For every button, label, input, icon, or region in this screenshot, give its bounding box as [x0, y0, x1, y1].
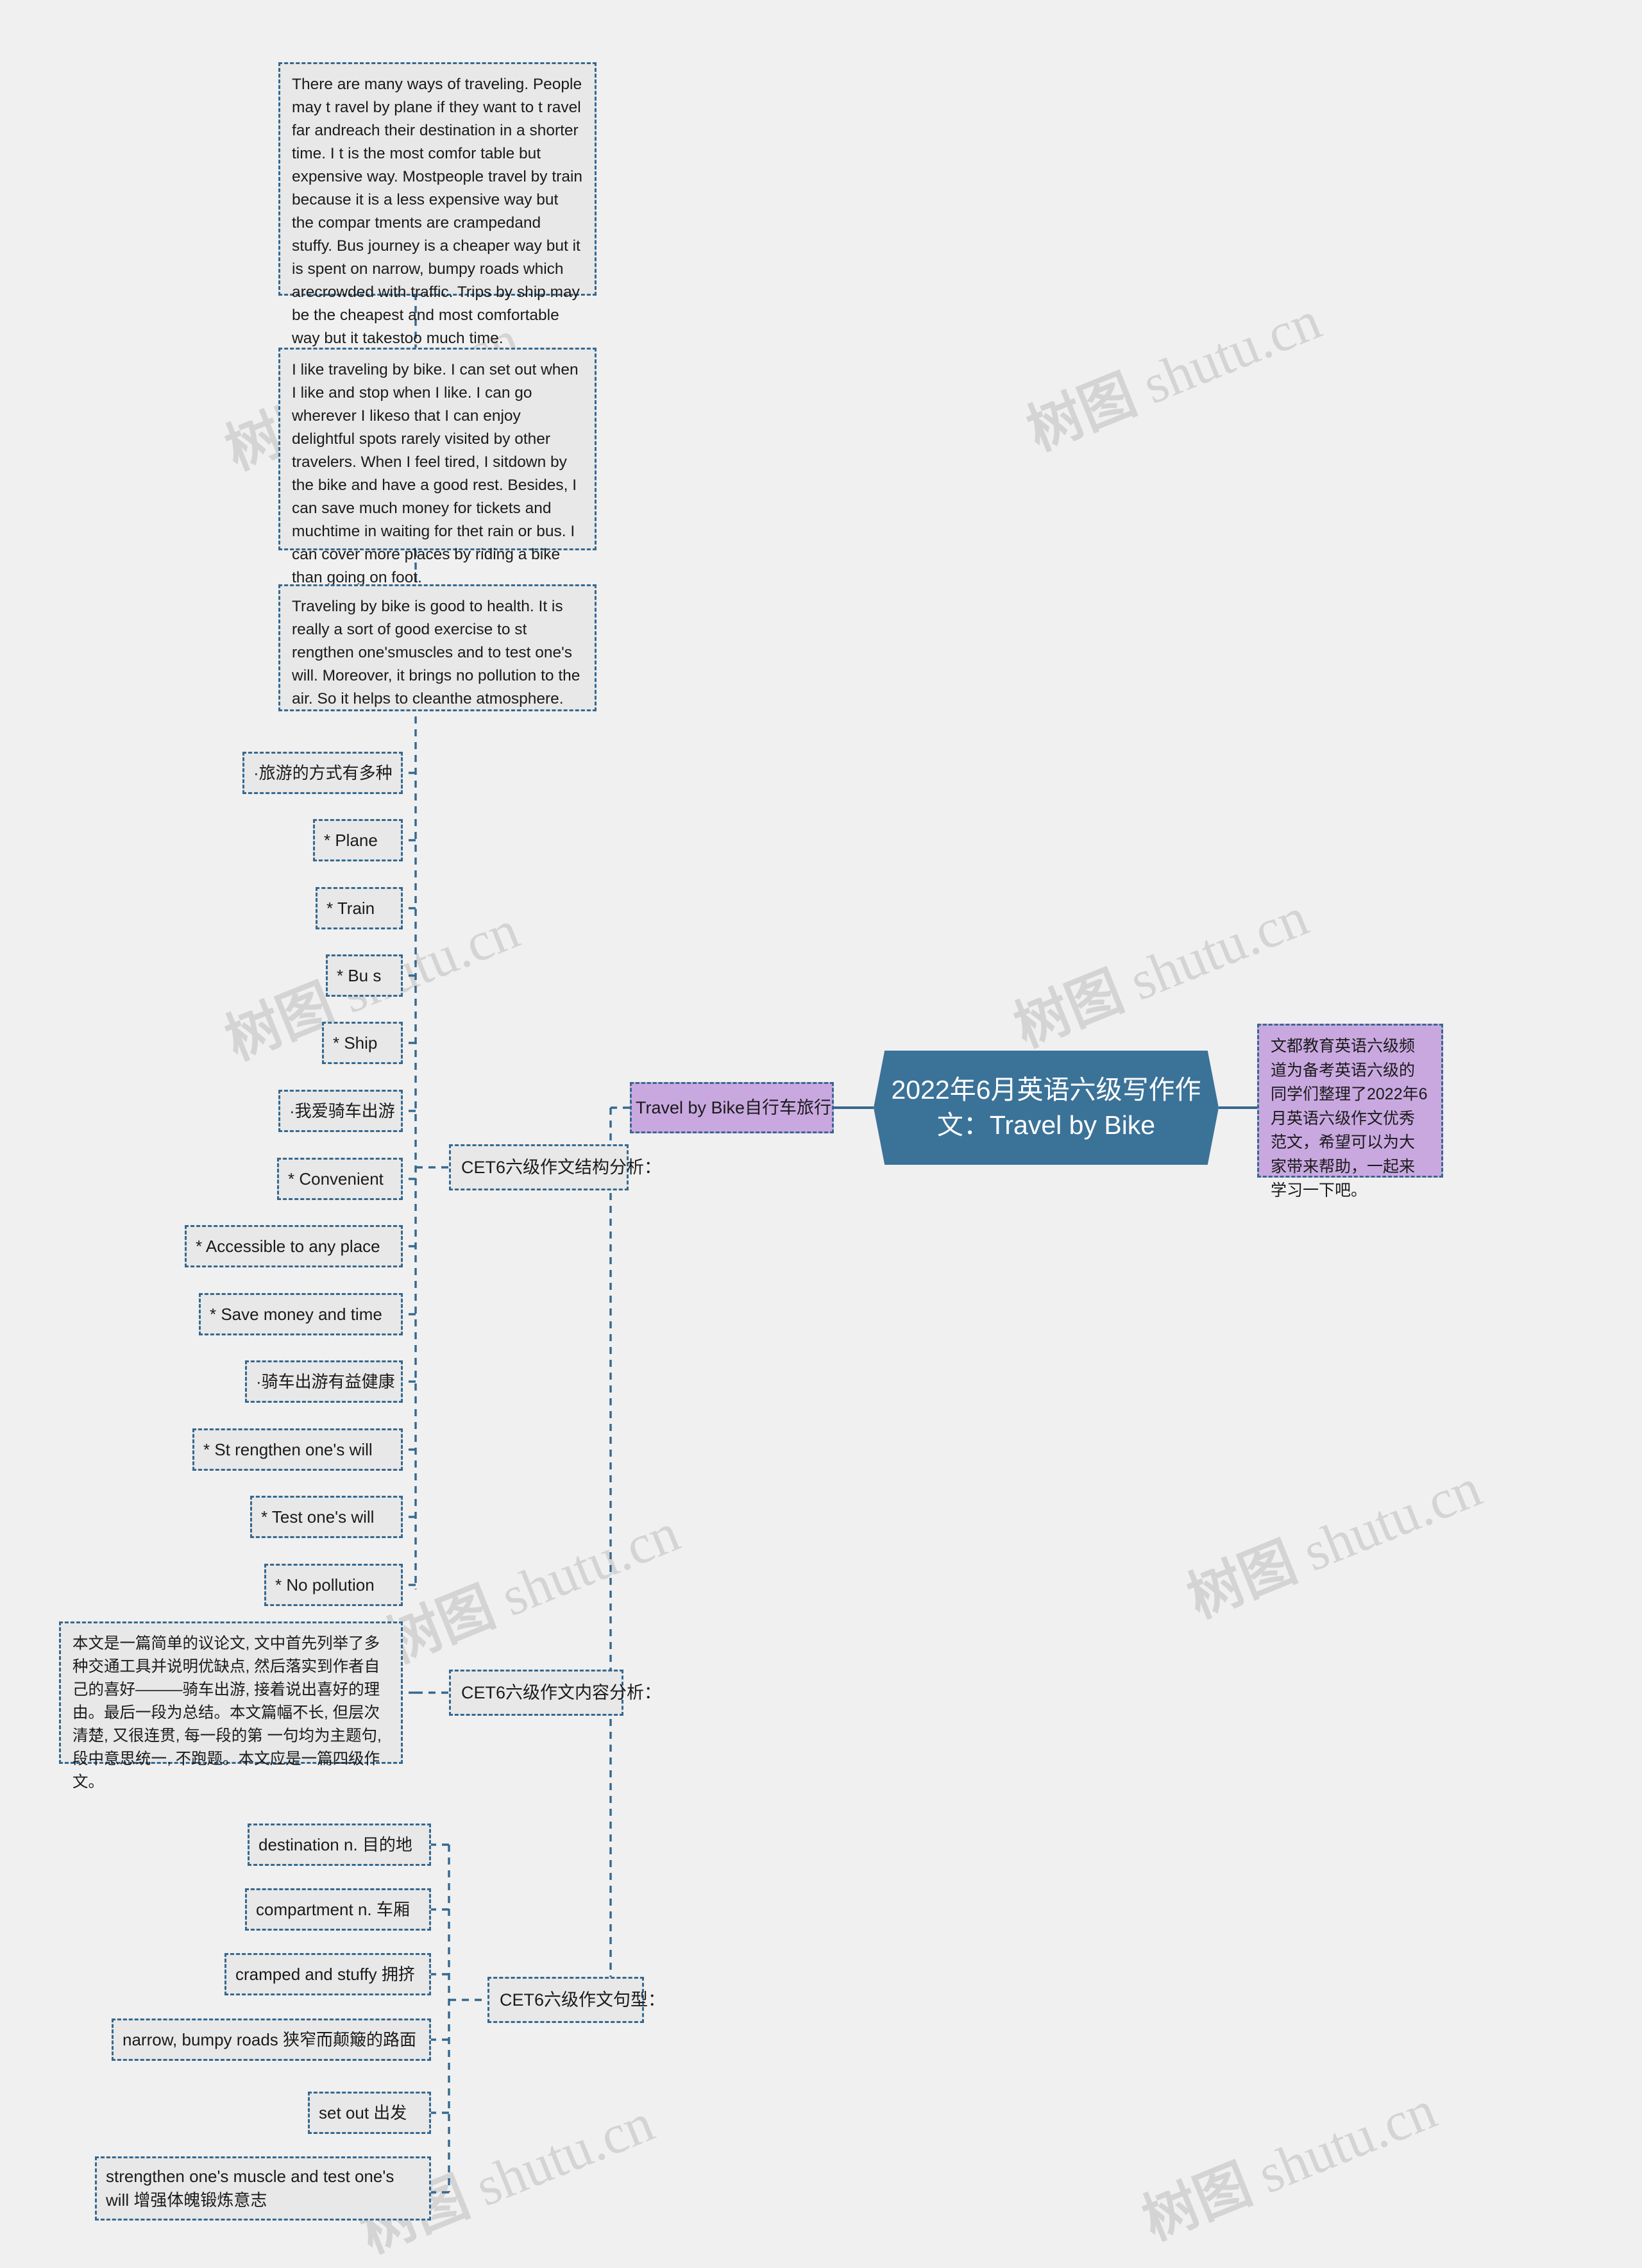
mindmap-canvas: 树图 shutu.cn 树图 shutu.cn 树图 shutu.cn 树图 s… [0, 0, 1642, 2265]
section-title-structure[interactable]: CET6六级作文结构分析： [449, 1144, 661, 1190]
watermark: 树图 shutu.cn [1018, 289, 1329, 464]
structure-item-11[interactable]: * Test one's will [250, 1496, 403, 1538]
structure-item-4-label: * Ship [333, 1033, 378, 1053]
structure-item-3-label: * Bu s [337, 965, 382, 985]
watermark: 树图 shutu.cn [377, 1501, 688, 1676]
structure-item-2-label: * Train [326, 898, 375, 918]
essay-paragraph-2[interactable]: I like traveling by bike. I can set out … [278, 348, 597, 586]
sentence-pattern-2-label: cramped and stuffy 拥挤 [235, 1964, 415, 1984]
sentence-pattern-2[interactable]: cramped and stuffy 拥挤 [224, 1953, 431, 1995]
section-title-content-analysis-label: CET6六级作文内容分析： [461, 1682, 662, 1702]
structure-item-4[interactable]: * Ship [322, 1022, 403, 1064]
sentence-pattern-5[interactable]: strengthen one's muscle and test one's w… [95, 2156, 431, 2221]
section-title-content-analysis[interactable]: CET6六级作文内容分析： [449, 1670, 661, 1716]
structure-item-3[interactable]: * Bu s [326, 954, 403, 997]
content-analysis-body-text: 本文是一篇简单的议论文, 文中首先列举了多种交通工具并说明优缺点, 然后落实到作… [72, 1635, 382, 1791]
structure-item-11-label: * Test one's will [261, 1507, 375, 1527]
structure-item-7-label: * Accessible to any place [196, 1236, 380, 1256]
structure-item-0-label: ·旅游的方式有多种 [253, 763, 393, 783]
essay-paragraph-3-text: Traveling by bike is good to health. It … [292, 598, 580, 707]
sentence-pattern-0-label: destination n. 目的地 [258, 1834, 412, 1854]
structure-item-1-label: * Plane [324, 830, 378, 850]
structure-item-10[interactable]: * St rengthen one's will [192, 1428, 403, 1471]
sentence-pattern-4-label: set out 出发 [319, 2103, 407, 2122]
watermark: 树图 shutu.cn [1133, 2078, 1444, 2253]
structure-item-12-label: * No pollution [275, 1575, 375, 1595]
structure-item-7[interactable]: * Accessible to any place [185, 1225, 403, 1267]
root-label: 2022年6月英语六级写作作文：Travel by Bike [891, 1075, 1201, 1140]
structure-item-8-label: * Save money and time [210, 1304, 382, 1324]
structure-item-5[interactable]: ·我爱骑车出游 [278, 1090, 403, 1132]
sentence-pattern-1-label: compartment n. 车厢 [256, 1899, 410, 1919]
sentence-pattern-3-label: narrow, bumpy roads 狭窄而颠簸的路面 [123, 2029, 417, 2049]
structure-item-8[interactable]: * Save money and time [199, 1293, 403, 1335]
left-branch-title[interactable]: Travel by Bike自行车旅行 [630, 1082, 834, 1133]
sentence-pattern-5-label: strengthen one's muscle and test one's w… [106, 2167, 394, 2210]
section-title-structure-label: CET6六级作文结构分析： [461, 1157, 662, 1177]
structure-item-6-label: * Convenient [288, 1169, 384, 1189]
sentence-pattern-3[interactable]: narrow, bumpy roads 狭窄而颠簸的路面 [112, 2018, 431, 2061]
content-analysis-body[interactable]: 本文是一篇简单的议论文, 文中首先列举了多种交通工具并说明优缺点, 然后落实到作… [59, 1621, 403, 1791]
structure-item-12[interactable]: * No pollution [264, 1564, 403, 1606]
intro-node[interactable]: 文都教育英语六级频道为备考英语六级的同学们整理了2022年6月英语六级作文优秀范… [1257, 1024, 1443, 1199]
watermark: 树图 shutu.cn [1178, 1456, 1489, 1631]
structure-item-0[interactable]: ·旅游的方式有多种 [242, 752, 403, 794]
structure-item-5-label: ·我爱骑车出游 [289, 1101, 395, 1121]
structure-item-2[interactable]: * Train [316, 887, 403, 929]
structure-item-10-label: * St rengthen one's will [203, 1439, 373, 1459]
essay-paragraph-3[interactable]: Traveling by bike is good to health. It … [278, 584, 597, 711]
left-branch-label: Travel by Bike自行车旅行 [636, 1097, 832, 1117]
structure-item-6[interactable]: * Convenient [277, 1158, 403, 1200]
essay-paragraph-1[interactable]: There are many ways of traveling. People… [278, 62, 597, 347]
structure-item-9-label: ·骑车出游有益健康 [256, 1371, 395, 1391]
structure-item-1[interactable]: * Plane [313, 819, 403, 861]
sentence-pattern-0[interactable]: destination n. 目的地 [248, 1824, 431, 1866]
section-title-sentence-patterns[interactable]: CET6六级作文句型： [487, 1977, 665, 2023]
essay-paragraph-1-text: There are many ways of traveling. People… [292, 76, 583, 347]
sentence-pattern-4[interactable]: set out 出发 [308, 2092, 431, 2134]
section-title-sentence-patterns-label: CET6六级作文句型： [500, 1990, 666, 2010]
root-node[interactable]: 2022年6月英语六级写作作文：Travel by Bike [874, 1051, 1219, 1165]
structure-item-9[interactable]: ·骑车出游有益健康 [245, 1360, 403, 1403]
essay-paragraph-2-text: I like traveling by bike. I can set out … [292, 361, 579, 586]
sentence-pattern-1[interactable]: compartment n. 车厢 [245, 1888, 431, 1931]
intro-text: 文都教育英语六级频道为备考英语六级的同学们整理了2022年6月英语六级作文优秀范… [1271, 1037, 1428, 1199]
